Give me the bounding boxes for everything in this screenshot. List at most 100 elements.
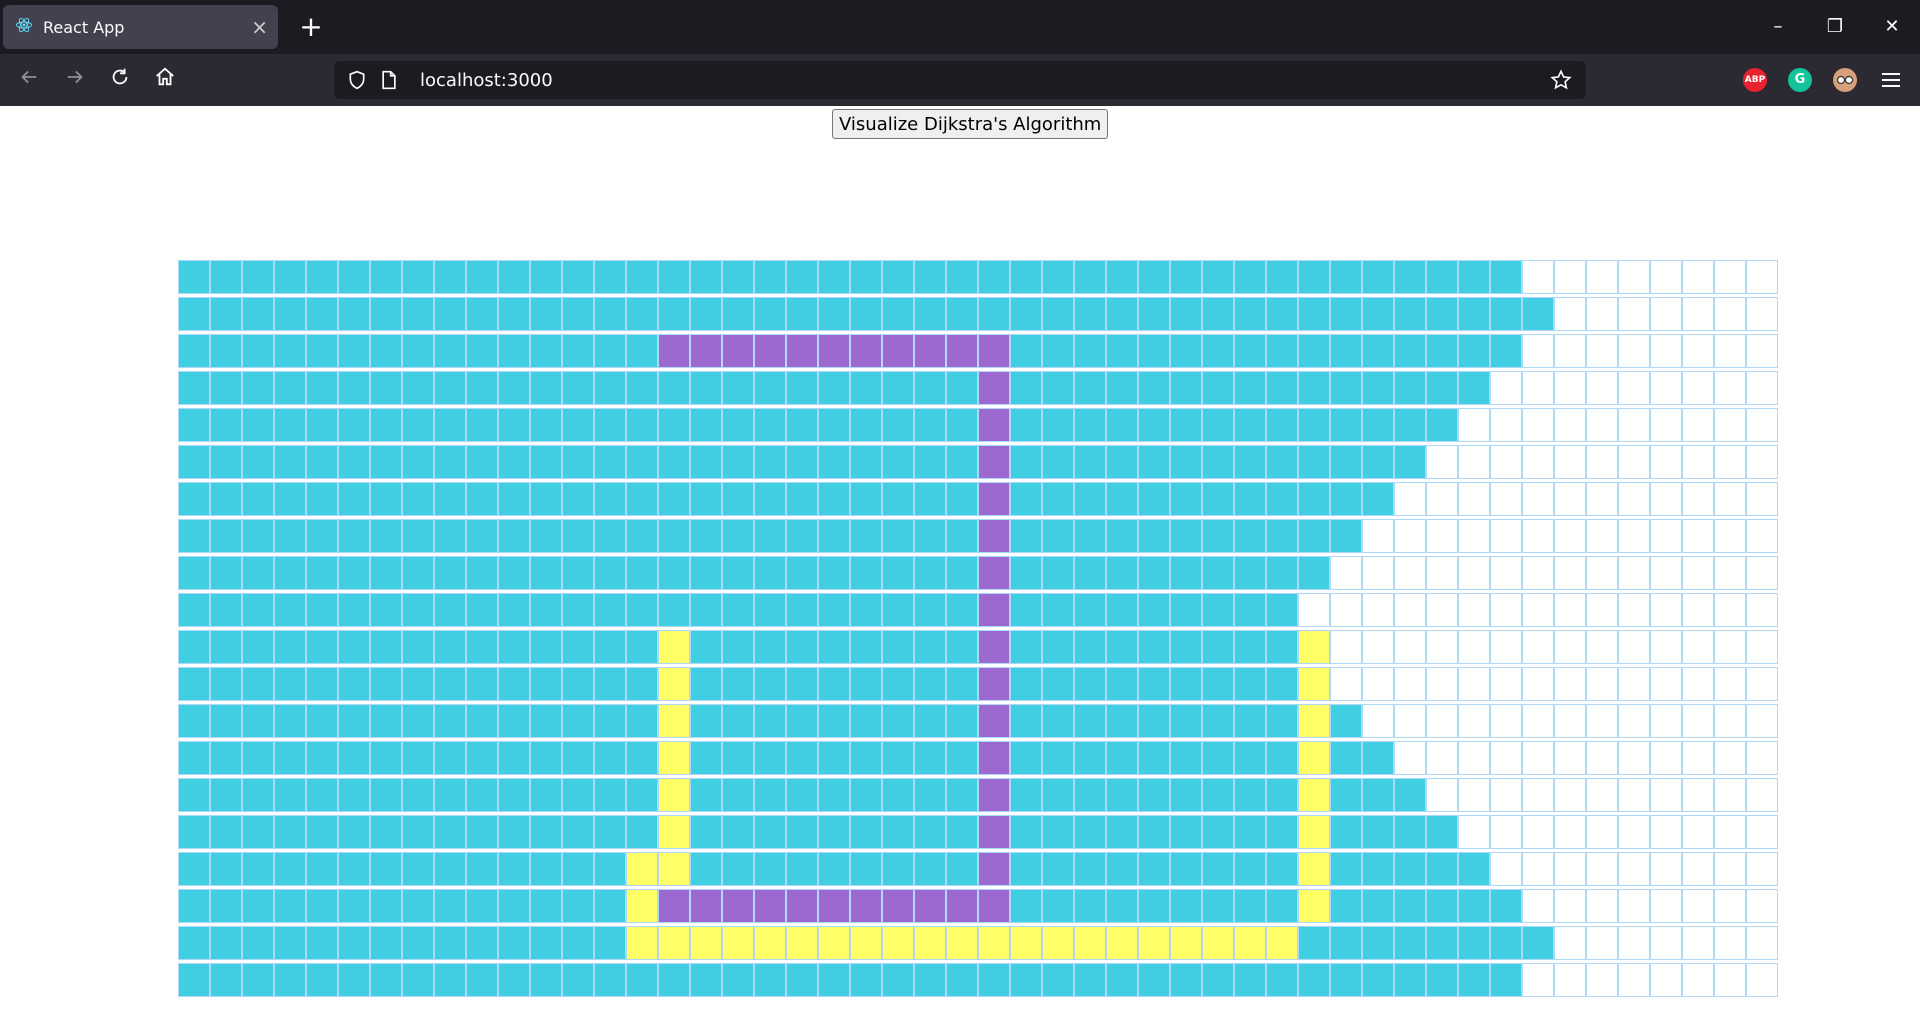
unvisited-node[interactable] [1522,519,1554,553]
visited-node[interactable] [178,482,210,516]
new-tab-button[interactable]: + [294,10,328,44]
visited-node[interactable] [946,408,978,442]
visited-node[interactable] [1010,741,1042,775]
visited-node[interactable] [1138,334,1170,368]
visited-node[interactable] [434,260,466,294]
visited-node[interactable] [370,704,402,738]
visited-node[interactable] [722,482,754,516]
visited-node[interactable] [1330,334,1362,368]
visited-node[interactable] [530,519,562,553]
unvisited-node[interactable] [1426,778,1458,812]
unvisited-node[interactable] [1490,445,1522,479]
visited-node[interactable] [498,852,530,886]
visited-node[interactable] [530,556,562,590]
visited-node[interactable] [1266,778,1298,812]
visited-node[interactable] [306,519,338,553]
visited-node[interactable] [722,297,754,331]
path-node[interactable] [1042,926,1074,960]
unvisited-node[interactable] [1522,778,1554,812]
visited-node[interactable] [914,741,946,775]
visited-node[interactable] [530,630,562,664]
unvisited-node[interactable] [1458,667,1490,701]
unvisited-node[interactable] [1746,297,1778,331]
visited-node[interactable] [1458,334,1490,368]
visited-node[interactable] [306,260,338,294]
visited-node[interactable] [562,852,594,886]
visited-node[interactable] [946,630,978,664]
unvisited-node[interactable] [1746,260,1778,294]
path-node[interactable] [626,889,658,923]
unvisited-node[interactable] [1714,297,1746,331]
unvisited-node[interactable] [1554,593,1586,627]
visited-node[interactable] [402,334,434,368]
unvisited-node[interactable] [1490,482,1522,516]
visited-node[interactable] [562,482,594,516]
visited-node[interactable] [1106,593,1138,627]
visited-node[interactable] [594,371,626,405]
visited-node[interactable] [1010,889,1042,923]
unvisited-node[interactable] [1426,556,1458,590]
visited-node[interactable] [562,408,594,442]
visited-node[interactable] [274,260,306,294]
visited-node[interactable] [882,815,914,849]
path-node[interactable] [754,926,786,960]
visited-node[interactable] [562,963,594,997]
visited-node[interactable] [370,593,402,627]
visited-node[interactable] [1266,519,1298,553]
visited-node[interactable] [1522,926,1554,960]
visited-node[interactable] [178,667,210,701]
unvisited-node[interactable] [1490,556,1522,590]
unvisited-node[interactable] [1682,297,1714,331]
bookmark-star-icon[interactable] [1546,65,1576,95]
visited-node[interactable] [274,297,306,331]
visited-node[interactable] [1010,482,1042,516]
unvisited-node[interactable] [1650,704,1682,738]
visited-node[interactable] [242,852,274,886]
visited-node[interactable] [1170,556,1202,590]
unvisited-node[interactable] [1554,889,1586,923]
wall-node[interactable] [914,889,946,923]
visited-node[interactable] [338,926,370,960]
visited-node[interactable] [306,815,338,849]
path-node[interactable] [978,926,1010,960]
visited-node[interactable] [722,371,754,405]
unvisited-node[interactable] [1522,593,1554,627]
unvisited-node[interactable] [1682,778,1714,812]
visited-node[interactable] [1170,963,1202,997]
unvisited-node[interactable] [1618,963,1650,997]
unvisited-node[interactable] [1458,593,1490,627]
path-node[interactable] [1074,926,1106,960]
visited-node[interactable] [1298,519,1330,553]
unvisited-node[interactable] [1682,371,1714,405]
visited-node[interactable] [1458,889,1490,923]
unvisited-node[interactable] [1586,334,1618,368]
path-node[interactable] [658,778,690,812]
visited-node[interactable] [850,630,882,664]
visited-node[interactable] [210,482,242,516]
visited-node[interactable] [690,519,722,553]
visited-node[interactable] [1106,704,1138,738]
visited-node[interactable] [1362,778,1394,812]
unvisited-node[interactable] [1490,630,1522,664]
visited-node[interactable] [690,852,722,886]
unvisited-node[interactable] [1714,630,1746,664]
path-node[interactable] [1298,778,1330,812]
visited-node[interactable] [1138,815,1170,849]
visited-node[interactable] [178,556,210,590]
unvisited-node[interactable] [1714,482,1746,516]
unvisited-node[interactable] [1618,778,1650,812]
visited-node[interactable] [690,667,722,701]
visited-node[interactable] [242,667,274,701]
visited-node[interactable] [1330,852,1362,886]
visited-node[interactable] [1394,926,1426,960]
visited-node[interactable] [658,556,690,590]
unvisited-node[interactable] [1746,815,1778,849]
visited-node[interactable] [1522,297,1554,331]
wall-node[interactable] [882,889,914,923]
visited-node[interactable] [402,556,434,590]
visited-node[interactable] [274,741,306,775]
unvisited-node[interactable] [1458,815,1490,849]
visited-node[interactable] [690,297,722,331]
visited-node[interactable] [786,556,818,590]
visited-node[interactable] [402,482,434,516]
